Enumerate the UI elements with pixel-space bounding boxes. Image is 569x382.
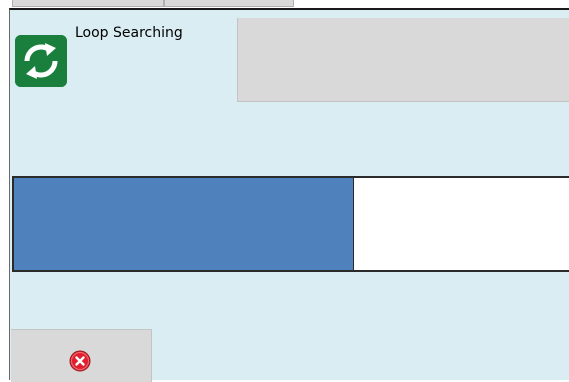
cancel-button[interactable] bbox=[11, 329, 152, 382]
refresh-loop-icon bbox=[15, 35, 67, 87]
background-tab-left bbox=[12, 0, 164, 7]
progress-bar-fill bbox=[14, 178, 355, 270]
loop-search-dialog: Loop Searching bbox=[9, 8, 569, 382]
status-panel bbox=[237, 18, 569, 102]
background-tab-right bbox=[164, 0, 294, 7]
progress-bar bbox=[12, 176, 569, 272]
close-icon bbox=[69, 350, 91, 372]
dialog-title: Loop Searching bbox=[75, 25, 183, 41]
